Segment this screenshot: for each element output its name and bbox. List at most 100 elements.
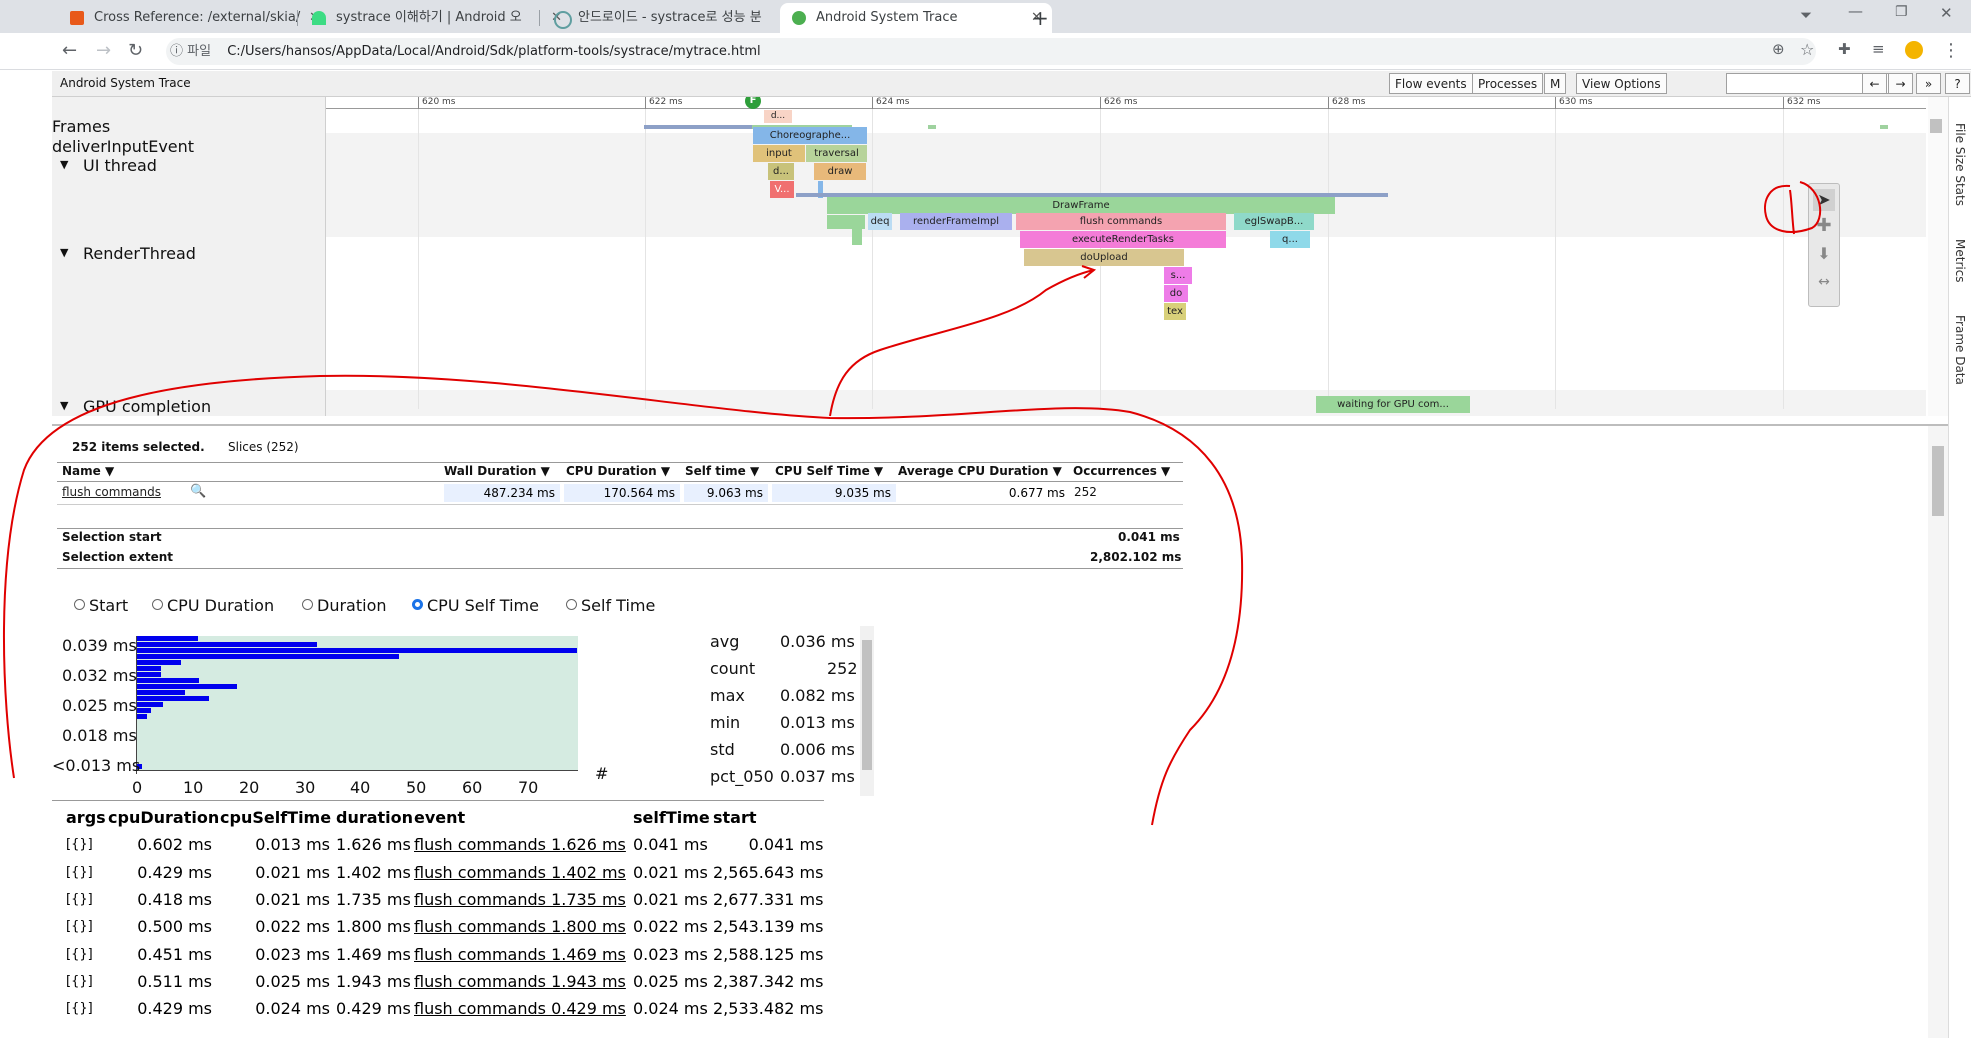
args-cell[interactable]: [{}] [66,859,108,886]
new-tab-button[interactable]: + [1020,3,1072,33]
forward-icon[interactable]: → [96,40,111,61]
th-args[interactable]: args [66,804,108,831]
render-frame-impl-slice[interactable]: renderFrameImpl [900,213,1012,230]
event-link[interactable]: flush commands 0.429 ms [414,995,633,1022]
do-slice[interactable]: do [1164,285,1188,302]
analysis-scrollbar[interactable] [1928,426,1948,1038]
flush-commands-link[interactable]: flush commands [62,485,161,499]
event-link[interactable]: flush commands 1.402 ms [414,859,633,886]
execute-render-tasks-slice[interactable]: executeRenderTasks [1020,231,1226,248]
col-name[interactable]: Name ▼ [62,464,114,478]
minimize-icon[interactable]: — [1848,2,1863,20]
stats-scrollbar-thumb[interactable] [862,640,872,770]
metrics-tab[interactable]: Metrics [1953,239,1967,283]
restore-icon[interactable]: ❐ [1895,4,1908,20]
file-size-stats-tab[interactable]: File Size Stats [1953,123,1967,206]
flow-events-button[interactable]: Flow events [1389,73,1473,94]
radio-duration[interactable]: Duration [302,596,387,615]
choreographer-slice[interactable]: Choreographe... [753,127,867,144]
search-icon[interactable]: 🔍 [190,484,206,499]
gpu-completion-track-label: GPU completion [83,397,212,416]
traversal-slice[interactable]: traversal [806,145,867,162]
tab-android-blog[interactable]: 안드로이드 - systrace로 성능 분 ✕ [542,3,814,33]
draw-slice[interactable]: draw [814,163,866,180]
drawframe-slice[interactable]: DrawFrame [827,197,1335,214]
args-cell[interactable]: [{}] [66,886,108,913]
d-slice[interactable]: d... [768,163,794,180]
input-slice[interactable]: input [753,145,805,162]
th-event[interactable]: event [414,804,633,831]
processes-button[interactable]: Processes [1472,73,1544,94]
th-duration[interactable]: duration [336,804,414,831]
extensions-icon[interactable]: ✚ [1838,40,1851,58]
args-cell[interactable]: [{}] [66,995,108,1022]
frame-data-tab[interactable]: Frame Data [1953,315,1967,385]
url-field[interactable]: ⓘ 파일 C:/Users/hansos/AppData/Local/Andro… [166,38,1816,65]
args-cell[interactable]: [{}] [66,968,108,995]
radio-start[interactable]: Start [74,596,128,615]
collapse-triangle-icon[interactable]: ▼ [60,246,68,259]
col-avg-cpu-duration[interactable]: Average CPU Duration ▼ [898,464,1062,478]
render-thread-track-label: RenderThread [83,244,196,263]
vsync-slice[interactable]: V... [770,181,794,198]
radio-cpu-self-time[interactable]: CPU Self Time [412,596,539,615]
radio-self-time[interactable]: Self Time [566,596,655,615]
profile-avatar[interactable] [1905,41,1923,59]
dequeue-slice[interactable]: deq [868,213,892,230]
egl-swap-buffers-slice[interactable]: eglSwapB... [1234,213,1314,230]
zoom-icon[interactable]: ⊕ [1772,40,1785,58]
event-link[interactable]: flush commands 1.943 ms [414,968,633,995]
pan-tool-icon[interactable]: ✚ [1813,215,1835,237]
col-occurrences[interactable]: Occurrences ▼ [1073,464,1170,478]
col-self-time[interactable]: Self time ▼ [685,464,759,478]
tab-search-icon[interactable]: ⏷ [1800,6,1812,24]
event-link[interactable]: flush commands 1.800 ms [414,913,633,940]
th-start[interactable]: start [713,804,823,831]
view-options-button[interactable]: View Options [1576,73,1667,94]
th-cpu-self-time[interactable]: cpuSelfTime [220,804,336,831]
col-cpu-duration[interactable]: CPU Duration ▼ [566,464,670,478]
flush-commands-slice[interactable]: flush commands [1016,213,1226,230]
bookmark-star-icon[interactable]: ☆ [1800,40,1814,59]
menu-icon[interactable]: ⋮ [1942,40,1960,61]
help-button[interactable]: ? [1945,73,1970,94]
th-cpu-duration[interactable]: cpuDuration [108,804,220,831]
s-slice[interactable]: s... [1164,267,1192,284]
tab-systrace-guide[interactable]: systrace 이해하기 | Android 오 ✕ [300,3,572,33]
slices-tab[interactable]: Slices (252) [228,440,299,454]
deliver-input-slice[interactable]: d... [764,110,792,123]
do-upload-slice[interactable]: doUpload [1024,249,1184,266]
zoom-tool-icon[interactable]: ⬇ [1813,243,1835,265]
expand-button[interactable]: » [1916,73,1941,94]
search-next-button[interactable]: → [1888,73,1913,94]
close-window-icon[interactable]: ✕ [1940,4,1953,22]
tab-android-system-trace[interactable]: Android System Trace ✕ [780,3,1052,33]
track-scrollbar[interactable] [1928,97,1948,416]
event-link[interactable]: flush commands 1.626 ms [414,831,633,858]
analysis-scrollbar-thumb[interactable] [1932,446,1944,516]
timeline-track-area[interactable]: Frames deliverInputEvent ▼ UI thread ▼ R… [52,97,1948,416]
reading-list-icon[interactable]: ≡ [1872,40,1885,58]
collapse-triangle-icon[interactable]: ▼ [60,399,68,412]
col-wall-duration[interactable]: Wall Duration ▼ [444,464,550,478]
gpu-waiting-slice[interactable]: waiting for GPU com... [1316,396,1470,413]
search-prev-button[interactable]: ← [1862,73,1887,94]
selection-tool-icon[interactable]: ➤ [1813,189,1835,211]
reload-icon[interactable]: ↻ [128,40,143,61]
tex-slice[interactable]: tex [1164,303,1186,320]
tab-cross-reference[interactable]: Cross Reference: /external/skia/ ✕ [58,3,330,33]
args-cell[interactable]: [{}] [66,913,108,940]
timing-tool-icon[interactable]: ↔ [1813,271,1835,293]
track-scrollbar-thumb[interactable] [1930,119,1942,133]
args-cell[interactable]: [{}] [66,831,108,858]
args-cell[interactable]: [{}] [66,940,108,967]
back-icon[interactable]: ← [62,40,77,61]
th-self-time[interactable]: selfTime [633,804,713,831]
metadata-button[interactable]: M [1544,73,1567,94]
collapse-triangle-icon[interactable]: ▼ [60,158,68,171]
col-cpu-self-time[interactable]: CPU Self Time ▼ [775,464,883,478]
radio-cpu-duration[interactable]: CPU Duration [152,596,274,615]
event-link[interactable]: flush commands 1.735 ms [414,886,633,913]
queue-slice[interactable]: q... [1270,231,1310,248]
event-link[interactable]: flush commands 1.469 ms [414,940,633,967]
